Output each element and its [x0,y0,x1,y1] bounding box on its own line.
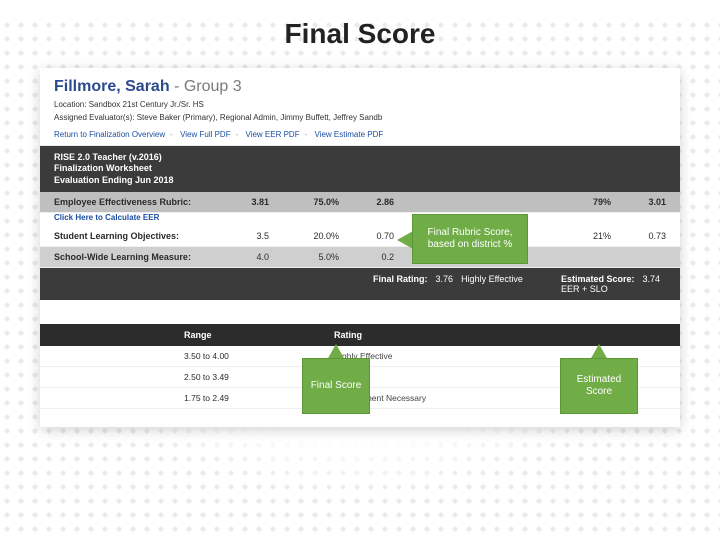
slo-v3: 0.70 [339,231,394,241]
header-links: Return to Finalization Overview- View Fu… [54,130,666,139]
eer-v4: 79% [556,197,611,207]
callout-rubric-text: Final Rubric Score, based on district % [417,227,523,252]
estimated-score-value: 3.74 [642,274,660,294]
totals-band: Final Rating: 3.76 Highly Effective Esti… [40,268,680,300]
sep-icon: - [170,130,173,139]
slo-label: Student Learning Objectives: [54,231,214,241]
callout-estimated-score-text: Estimated Score [565,374,633,399]
ratings-header-rating: Rating [334,330,666,340]
sep-icon: - [236,130,239,139]
eer-v3: 2.86 [339,197,394,207]
eer-label: Employee Effectiveness Rubric: [54,197,214,207]
final-rating-label: Final Rating: [373,274,428,294]
swlm-label: School-Wide Learning Measure: [54,252,214,262]
slo-v1: 3.5 [214,231,269,241]
final-rating-value: 3.76 [436,274,454,294]
callout-final-score: Final Score [302,358,370,414]
slo-row: Student Learning Objectives: 3.5 20.0% 0… [40,226,680,247]
location-value: Sandbox 21st Century Jr./Sr. HS [89,100,204,109]
link-calculate-eer[interactable]: Click Here to Calculate EER [40,213,680,226]
location-line: Location: Sandbox 21st Century Jr./Sr. H… [54,100,666,109]
swlm-v3: 0.2 [339,252,394,262]
swlm-v1: 4.0 [214,252,269,262]
person-name: Fillmore, Sarah [54,78,170,95]
link-return-overview[interactable]: Return to Finalization Overview [54,130,165,139]
eer-v1: 3.81 [214,197,269,207]
final-rating-text: Highly Effective [461,274,523,294]
swlm-row: School-Wide Learning Measure: 4.0 5.0% 0… [40,247,680,268]
slo-v4: 21% [556,231,611,241]
person-header: Fillmore, Sarah - Group 3 [54,78,666,96]
est-label-sub: EER + SLO [561,284,608,294]
swlm-v2: 5.0% [269,252,339,262]
estimated-score-label: Estimated Score: EER + SLO [561,274,635,294]
evaluators-label: Assigned Evaluator(s): [54,113,134,122]
eer-row: Employee Effectiveness Rubric: 3.81 75.0… [40,192,680,213]
worksheet-line3: Evaluation Ending Jun 2018 [54,175,666,186]
arrow-left-icon [397,231,413,249]
callout-rubric: Final Rubric Score, based on district % [412,214,528,264]
eer-v5: 3.01 [611,197,666,207]
evaluators-line: Assigned Evaluator(s): Steve Baker (Prim… [54,113,666,122]
worksheet-line1: RISE 2.0 Teacher (v.2016) [54,152,666,163]
evaluators-value: Steve Baker (Primary), Regional Admin, J… [137,113,383,122]
link-view-eer-pdf[interactable]: View EER PDF [246,130,300,139]
est-label-top: Estimated Score: [561,274,635,284]
slo-v2: 20.0% [269,231,339,241]
slo-v5: 0.73 [611,231,666,241]
location-label: Location: [54,100,86,109]
ratings-header: Range Rating [40,324,680,346]
link-view-full-pdf[interactable]: View Full PDF [180,130,231,139]
callout-final-score-text: Final Score [311,380,362,393]
card-header: Fillmore, Sarah - Group 3 Location: Sand… [40,68,680,146]
link-view-estimate-pdf[interactable]: View Estimate PDF [315,130,384,139]
worksheet-band: RISE 2.0 Teacher (v.2016) Finalization W… [40,146,680,192]
eer-v2: 75.0% [269,197,339,207]
person-group: - Group 3 [170,78,242,95]
sep-icon: - [305,130,308,139]
worksheet-line2: Finalization Worksheet [54,163,666,174]
callout-estimated-score: Estimated Score [560,358,638,414]
ratings-header-range: Range [184,330,334,340]
slide-title: Final Score [0,18,720,50]
